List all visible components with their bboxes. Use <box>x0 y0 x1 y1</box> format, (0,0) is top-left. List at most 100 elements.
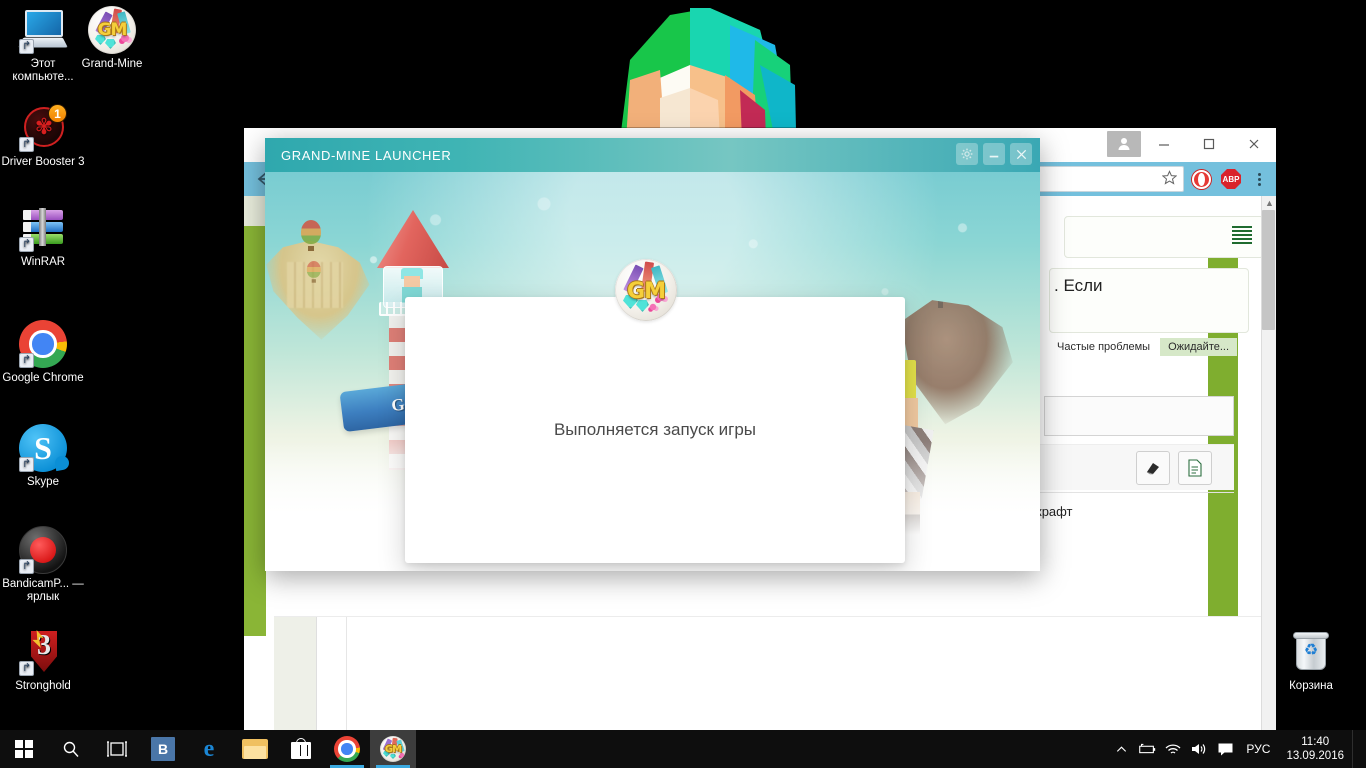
desktop-icon-label: Google Chrome <box>2 372 84 384</box>
chrome-icon <box>19 320 67 368</box>
user-avatar-icon <box>1118 138 1130 150</box>
maximize-icon <box>1203 138 1214 150</box>
document-button[interactable] <box>1178 451 1212 485</box>
page-text-bottom: крафт <box>1036 504 1073 519</box>
list-view-icon[interactable] <box>1232 226 1252 244</box>
bookmark-star-icon[interactable] <box>1161 170 1178 188</box>
chrome-close-button[interactable] <box>1231 128 1276 160</box>
page-divider <box>1034 492 1234 493</box>
shortcut-arrow-icon <box>19 353 34 368</box>
start-button[interactable] <box>0 730 48 768</box>
desktop-icon-label: Driver Booster 3 <box>1 156 85 168</box>
adblock-plus-extension-icon[interactable]: ABP <box>1218 166 1244 192</box>
taskbar-item-chrome[interactable] <box>324 730 370 768</box>
driver-booster-icon: ✾ 1 <box>19 104 67 152</box>
grand-mine-icon: GM <box>380 736 406 762</box>
logo-text: GM <box>627 278 666 304</box>
taskbar-item-edge[interactable]: e <box>186 730 232 768</box>
task-view-icon <box>107 741 127 757</box>
page-left-accent-top <box>244 196 266 226</box>
minimize-icon <box>989 155 999 158</box>
winrar-icon <box>19 204 67 252</box>
clock[interactable]: 11:40 13.09.2016 <box>1278 735 1352 763</box>
grand-mine-logo-badge: GM <box>615 259 677 321</box>
notifications-icon[interactable] <box>1212 730 1238 768</box>
edge-icon: e <box>203 735 215 762</box>
desktop-icon-driver-booster[interactable]: ✾ 1 Driver Booster 3 <box>0 104 86 169</box>
recycle-bin-icon: ♻ <box>1287 628 1335 676</box>
hot-air-balloon-small-icon <box>306 261 321 283</box>
desktop-icon-recycle-bin[interactable]: ♻ Корзина <box>1268 628 1354 693</box>
shortcut-arrow-icon <box>19 457 34 472</box>
tray-chevron-icon[interactable] <box>1108 730 1134 768</box>
desktop-icon-google-chrome[interactable]: Google Chrome <box>0 320 86 385</box>
page-scrollbar[interactable]: ▲ <box>1261 196 1276 742</box>
page-lower-region <box>274 616 1274 742</box>
shortcut-arrow-icon <box>19 237 34 252</box>
grand-mine-launcher-window[interactable]: GRAND-MINE LAUNCHER Выполняется запуск и… <box>265 138 1040 571</box>
chrome-minimize-button[interactable] <box>1141 128 1186 160</box>
page-tab-common-problems[interactable]: Частые проблемы <box>1049 338 1158 356</box>
wallpaper-polygon-art <box>560 0 820 140</box>
desktop-icon-label: BandicamP... — ярлык <box>2 578 84 603</box>
close-icon <box>1016 149 1026 159</box>
store-icon <box>290 738 312 760</box>
launcher-minimize-button[interactable] <box>983 143 1005 165</box>
show-desktop-button[interactable] <box>1352 730 1358 768</box>
desktop-icon-winrar[interactable]: WinRAR <box>0 204 86 269</box>
eraser-button[interactable] <box>1136 451 1170 485</box>
scroll-up-arrow-icon[interactable]: ▲ <box>1265 198 1274 208</box>
desktop-icon-bandicam[interactable]: BandicamP... — ярлык <box>0 526 86 604</box>
page-text-fragment: . Если <box>1054 276 1103 295</box>
desktop-icon-label: Корзина <box>1289 680 1333 692</box>
launch-status-message: Выполняется запуск игры <box>553 420 757 439</box>
page-input-field[interactable] <box>1044 396 1234 436</box>
chrome-maximize-button[interactable] <box>1186 128 1231 160</box>
vk-icon: B <box>151 737 175 761</box>
clock-date: 13.09.2016 <box>1286 750 1344 762</box>
desktop-icon-label: Grand-Mine <box>81 58 143 70</box>
page-left-accent-bar <box>244 196 266 636</box>
desktop-icon-skype[interactable]: S Skype <box>0 424 86 489</box>
launcher-body: Grand-Mine Выполняется запуск игры <box>265 172 1040 571</box>
volume-icon[interactable] <box>1186 730 1212 768</box>
page-tabs[interactable]: Частые проблемы Ожидайте... <box>1049 338 1238 356</box>
windows-start-icon <box>15 740 33 758</box>
clock-time: 11:40 <box>1301 736 1330 748</box>
document-icon <box>1188 459 1202 477</box>
three-dot-menu-icon[interactable] <box>1248 172 1270 186</box>
hot-air-balloon-icon <box>301 220 321 254</box>
search-button[interactable] <box>48 730 94 768</box>
abp-label: ABP <box>1221 169 1241 189</box>
taskbar-item-grand-mine[interactable]: GM <box>370 730 416 768</box>
minimize-icon <box>1158 144 1169 146</box>
bandicam-icon <box>19 526 67 574</box>
taskbar-item-file-explorer[interactable] <box>232 730 278 768</box>
launcher-titlebar[interactable]: GRAND-MINE LAUNCHER <box>265 138 1040 172</box>
system-tray[interactable]: РУС 11:40 13.09.2016 <box>1108 730 1366 768</box>
task-view-button[interactable] <box>94 730 140 768</box>
screen: Этот компьюте... GM Grand-Mine ✾ <box>0 0 1366 768</box>
desktop-icon-grand-mine[interactable]: GM Grand-Mine <box>69 6 155 71</box>
page-button-bar <box>1034 444 1234 490</box>
taskbar-item-store[interactable] <box>278 730 324 768</box>
close-icon <box>1249 139 1258 149</box>
opera-extension-icon[interactable] <box>1188 166 1214 192</box>
wifi-icon[interactable] <box>1160 730 1186 768</box>
language-indicator[interactable]: РУС <box>1238 742 1278 756</box>
launcher-close-button[interactable] <box>1010 143 1032 165</box>
taskbar-item-vk[interactable]: B <box>140 730 186 768</box>
shortcut-arrow-icon <box>19 559 34 574</box>
stronghold-icon: 3 <box>19 628 67 676</box>
scrollbar-thumb[interactable] <box>1262 210 1275 330</box>
eraser-icon <box>1146 463 1159 475</box>
gear-icon[interactable] <box>956 143 978 165</box>
battery-icon[interactable] <box>1134 730 1160 768</box>
taskbar[interactable]: B e GM РУС 11:40 13.09.2016 <box>0 730 1366 768</box>
shortcut-arrow-icon <box>19 137 34 152</box>
page-tab-wait[interactable]: Ожидайте... <box>1160 338 1238 356</box>
desktop-icon-stronghold[interactable]: 3 Stronghold <box>0 628 86 693</box>
launcher-window-controls[interactable] <box>956 143 1032 165</box>
launcher-title: GRAND-MINE LAUNCHER <box>281 147 452 163</box>
profile-avatar-button[interactable] <box>1107 131 1141 157</box>
